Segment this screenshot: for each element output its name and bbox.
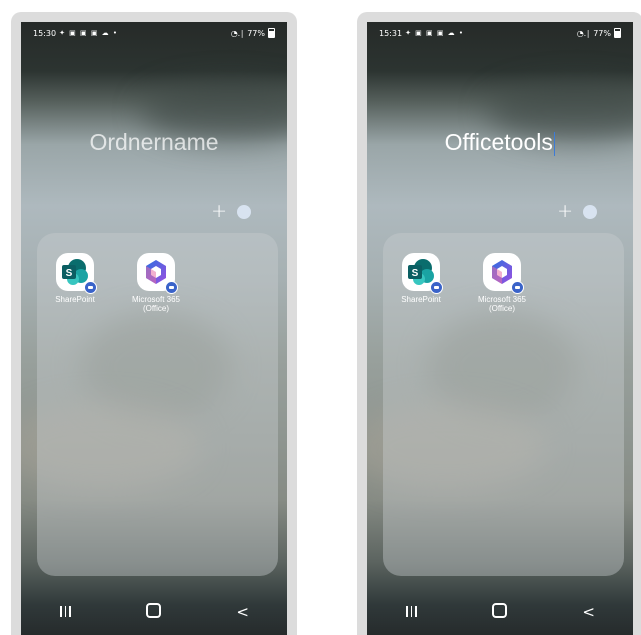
phone-screenshot-left: 15:30 ✦ ▣ ▣ ▣ ☁ • ◔.∣ 77% Ordnername + S… [11,12,297,635]
folder-name-input[interactable]: Ordnername [21,129,287,156]
home-screen: 15:30 ✦ ▣ ▣ ▣ ☁ • ◔.∣ 77% Ordnername + S… [21,22,287,635]
back-icon: < [236,603,249,621]
navigation-bar: < [367,589,633,635]
battery-level: 77% [593,28,611,38]
app-label: SharePoint [401,295,441,304]
home-icon [492,602,508,618]
text-caret [553,131,556,156]
microsoft-365-icon [483,253,524,294]
svg-text:S: S [66,268,73,279]
folder-name-placeholder: Ordnername [89,129,219,155]
home-button[interactable] [480,602,520,622]
status-bar: 15:30 ✦ ▣ ▣ ▣ ☁ • ◔.∣ 77% [21,22,287,44]
status-time: 15:31 [379,28,403,38]
app-sharepoint[interactable]: S SharePoint [389,253,453,304]
microsoft-365-icon [137,253,178,294]
app-label: Microsoft 365 (Office) [131,295,181,313]
folder-color-button[interactable] [583,204,597,219]
work-profile-badge-icon [165,281,178,294]
folder-controls: + [557,202,597,221]
signal-icon: ◔.∣ [230,28,245,38]
folder-panel: S SharePoint Microsoft 365 (Office) [37,233,278,576]
home-screen: 15:31 ✦ ▣ ▣ ▣ ☁ • ◔.∣ 77% Officetools + [367,22,633,635]
back-button[interactable]: < [223,603,263,621]
work-profile-badge-icon [430,281,443,294]
work-profile-badge-icon [511,281,524,294]
plus-icon[interactable]: + [211,202,227,221]
folder-color-button[interactable] [237,204,251,219]
app-microsoft-365[interactable]: Microsoft 365 (Office) [470,253,534,313]
app-label: Microsoft 365 (Office) [477,295,527,313]
folder-panel: S SharePoint Microsoft 365 (Office) [383,233,624,576]
battery-level: 77% [247,28,265,38]
recents-button[interactable] [391,603,431,621]
recents-icon [60,606,71,617]
svg-text:S: S [412,268,419,279]
battery-icon [268,28,275,38]
phone-screenshot-right: 15:31 ✦ ▣ ▣ ▣ ☁ • ◔.∣ 77% Officetools + [357,12,641,635]
recents-button[interactable] [45,603,85,621]
folder-controls: + [211,202,251,221]
notification-icons: ✦ ▣ ▣ ▣ ☁ • [405,29,465,37]
folder-name-input[interactable]: Officetools [367,129,633,156]
work-profile-badge-icon [84,281,97,294]
signal-icon: ◔.∣ [576,28,591,38]
app-microsoft-365[interactable]: Microsoft 365 (Office) [124,253,188,313]
sharepoint-icon: S [56,253,97,294]
navigation-bar: < [21,589,287,635]
back-icon: < [582,603,595,621]
notification-icons: ✦ ▣ ▣ ▣ ☁ • [59,29,119,37]
folder-name-text: Officetools [444,129,553,155]
home-button[interactable] [134,602,174,622]
recents-icon [406,606,417,617]
plus-icon[interactable]: + [557,202,573,221]
back-button[interactable]: < [569,603,609,621]
battery-icon [614,28,621,38]
home-icon [146,602,162,618]
app-sharepoint[interactable]: S SharePoint [43,253,107,304]
sharepoint-icon: S [402,253,443,294]
app-label: SharePoint [55,295,95,304]
status-time: 15:30 [33,28,57,38]
status-bar: 15:31 ✦ ▣ ▣ ▣ ☁ • ◔.∣ 77% [367,22,633,44]
